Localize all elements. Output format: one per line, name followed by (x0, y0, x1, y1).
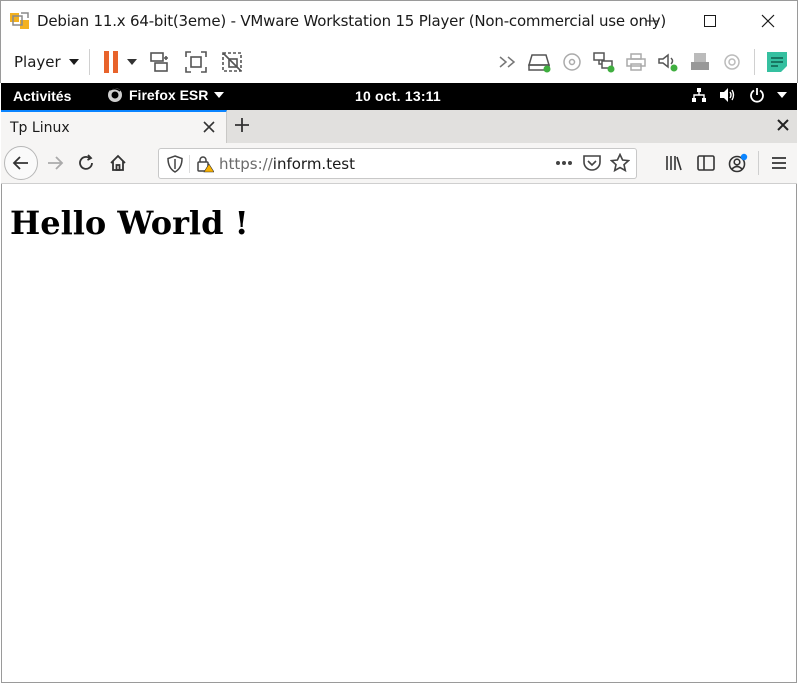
activities-button[interactable]: Activités (13, 88, 71, 104)
unity-button[interactable] (214, 47, 250, 77)
toolbar-divider (88, 48, 90, 75)
home-button[interactable] (103, 148, 133, 178)
hamburger-menu-icon (772, 157, 786, 169)
url-scheme: https:// (219, 155, 273, 173)
toolbar-buttons (658, 148, 797, 178)
page-content: Hello World ! (1, 184, 797, 683)
hard-disk-button[interactable] (524, 47, 556, 77)
network-adapter-button[interactable] (588, 47, 620, 77)
toolbar-divider (754, 48, 755, 75)
page-actions-icon[interactable] (554, 153, 574, 173)
maximize-icon (704, 15, 716, 27)
minimize-icon (646, 20, 658, 22)
url-bar[interactable]: https://inform.test (158, 148, 637, 179)
window-controls (623, 1, 797, 41)
hard-disk-icon (528, 53, 551, 72)
usb-button[interactable] (684, 47, 716, 77)
tab-strip: Tp Linux (1, 110, 797, 143)
firefox-icon (108, 87, 122, 102)
insecure-lock-icon[interactable] (196, 155, 214, 173)
window-title: Debian 11.x 64-bit(3eme) - VMware Workst… (37, 11, 667, 30)
reload-button[interactable] (71, 148, 101, 178)
vmware-app-icon (10, 11, 29, 29)
menu-caret-icon (777, 92, 787, 98)
dropdown-caret-icon (68, 58, 79, 65)
tab-title: Tp Linux (10, 119, 70, 136)
clock[interactable]: 10 oct. 13:11 (355, 88, 441, 104)
close-window-icon[interactable] (777, 119, 789, 131)
reload-icon (79, 154, 93, 170)
page-heading: Hello World ! (10, 204, 249, 242)
camera-icon (724, 53, 740, 70)
camera-button[interactable] (716, 47, 748, 77)
account-icon (728, 153, 748, 173)
device-icons (492, 40, 797, 83)
tracking-shield-icon[interactable] (167, 155, 183, 173)
library-icon (666, 156, 682, 171)
dropdown-caret-icon (126, 58, 137, 65)
close-icon (761, 14, 775, 28)
fullscreen-icon (184, 50, 207, 73)
unity-icon (221, 51, 242, 72)
window-titlebar: Debian 11.x 64-bit(3eme) - VMware Workst… (0, 0, 798, 40)
url-divider (189, 155, 190, 173)
close-tab-icon[interactable] (202, 120, 216, 134)
send-ctrl-alt-del-icon (149, 51, 168, 72)
vmware-toolbar: Player (0, 40, 798, 83)
network-icon (692, 88, 706, 102)
sound-card-icon (658, 52, 678, 71)
fullscreen-button[interactable] (178, 47, 214, 77)
power-icon (750, 88, 764, 103)
navigation-toolbar: https://inform.test (1, 143, 797, 184)
app-menu[interactable]: Firefox ESR (107, 87, 225, 103)
menu-button[interactable] (763, 148, 795, 178)
close-button[interactable] (739, 1, 797, 41)
menu-caret-icon (214, 92, 225, 98)
notes-icon (767, 51, 787, 72)
player-menu[interactable]: Player (14, 53, 79, 71)
volume-icon (720, 88, 735, 102)
notes-button[interactable] (761, 47, 793, 77)
pause-button[interactable] (100, 47, 122, 77)
cd-dvd-button[interactable] (556, 47, 588, 77)
back-icon (12, 156, 28, 170)
power-options-dropdown[interactable] (122, 47, 142, 77)
system-tray[interactable] (691, 87, 787, 103)
url-host: inform.test (272, 155, 356, 173)
app-menu-label: Firefox ESR (129, 87, 209, 103)
printer-button[interactable] (620, 47, 652, 77)
pause-icon (103, 50, 118, 73)
pocket-icon[interactable] (582, 153, 602, 173)
home-icon (110, 154, 126, 171)
cd-dvd-icon (563, 52, 581, 71)
url-text[interactable]: https://inform.test (219, 155, 355, 173)
forward-button[interactable] (40, 148, 70, 178)
more-devices-button[interactable] (492, 47, 524, 77)
new-tab-icon[interactable] (233, 116, 251, 134)
maximize-button[interactable] (681, 1, 739, 41)
usb-icon (691, 52, 709, 70)
printer-icon (626, 52, 646, 71)
back-button[interactable] (4, 146, 38, 180)
send-ctrl-alt-del-button[interactable] (142, 47, 178, 77)
forward-icon (48, 156, 64, 170)
bookmark-star-icon[interactable] (610, 153, 630, 173)
toolbar-divider (758, 151, 759, 175)
sidebar-button[interactable] (690, 148, 722, 178)
network-adapter-icon (593, 51, 615, 72)
tab-tp-linux[interactable]: Tp Linux (1, 110, 227, 143)
minimize-button[interactable] (623, 1, 681, 41)
sound-card-button[interactable] (652, 47, 684, 77)
sidebar-icon (697, 155, 715, 171)
gnome-top-bar: Activités Firefox ESR 10 oct. 13:11 (1, 83, 797, 110)
url-actions (554, 153, 630, 173)
library-button[interactable] (658, 148, 690, 178)
account-button[interactable] (722, 148, 754, 178)
player-menu-label: Player (14, 52, 61, 71)
more-devices-icon (499, 55, 516, 68)
